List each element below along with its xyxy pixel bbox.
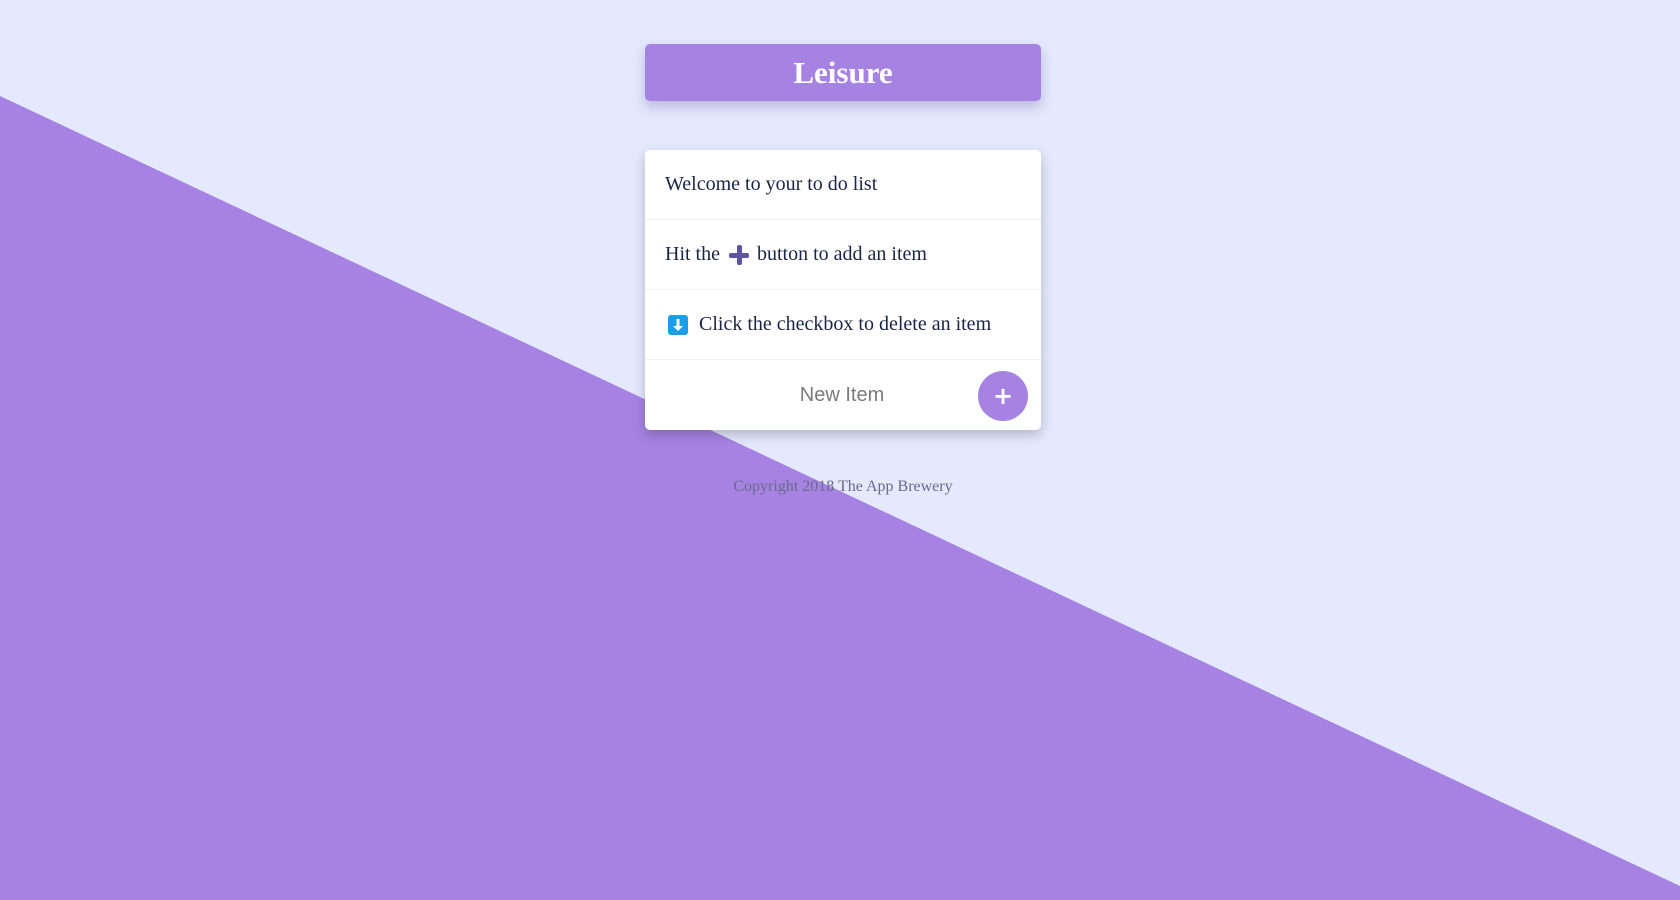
down-arrow-icon (668, 314, 688, 335)
list-item-prefix-text: Hit the (665, 243, 720, 265)
list-item-text: Welcome to your to do list (665, 173, 878, 195)
list-heading-box: Leisure (645, 44, 1041, 101)
plus-icon (729, 244, 749, 265)
new-item-input[interactable] (755, 378, 929, 412)
new-item-row: + (645, 360, 1041, 430)
list-item-suffix-text: button to add an item (757, 243, 927, 265)
list-item: Welcome to your to do list (645, 150, 1041, 220)
list-item-text: Click the checkbox to delete an item (699, 313, 992, 335)
background-diagonal-shape (0, 96, 1680, 900)
list-title: Leisure (793, 54, 893, 90)
add-item-button[interactable]: + (978, 371, 1028, 421)
todo-list-card: Welcome to your to do list Hit the butto… (645, 150, 1041, 430)
footer-copyright: Copyright 2018 The App Brewery (733, 478, 953, 495)
list-item: Click the checkbox to delete an item (645, 290, 1041, 360)
list-item: Hit the button to add an item (645, 220, 1041, 290)
